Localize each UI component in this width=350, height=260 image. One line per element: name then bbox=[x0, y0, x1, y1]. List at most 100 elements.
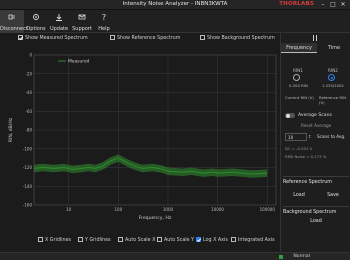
support-label: Support bbox=[72, 26, 92, 32]
auto-scale-x-checkbox[interactable]: Auto Scale X bbox=[118, 237, 155, 245]
rin1-label: RIN1 bbox=[293, 68, 303, 73]
show-background-checkbox[interactable]: Show Background Spectrum bbox=[200, 35, 275, 43]
save-reference-button[interactable]: Save bbox=[319, 191, 347, 200]
y-tick-label: -120 bbox=[23, 165, 33, 170]
auto-scale-x-label: Auto Scale X bbox=[125, 238, 156, 243]
y-gridlines-label: Y Gridlines bbox=[85, 238, 111, 243]
y-tick-label: -60 bbox=[25, 109, 32, 114]
close-button[interactable]: ✕ bbox=[338, 0, 348, 10]
x-tick-label: 10 bbox=[66, 207, 72, 212]
auto-scale-y-checkbox[interactable]: Auto Scale Y bbox=[157, 237, 194, 245]
pause-button[interactable] bbox=[312, 35, 318, 41]
rin-chart-svg: 0 -20 -40 -60 -80 -100 -120 -140 -160 10 100 1000 10… bbox=[8, 53, 277, 221]
integrated-axis-box[interactable] bbox=[231, 237, 236, 242]
status-text: Normal bbox=[293, 254, 310, 259]
update-label: Update bbox=[49, 26, 69, 32]
y-gridlines-checkbox[interactable]: Y Gridlines bbox=[78, 237, 111, 245]
rin1-value: 0.200 RIN bbox=[289, 83, 308, 88]
rin1-radio[interactable] bbox=[293, 74, 300, 81]
y-tick-label: -100 bbox=[23, 146, 33, 151]
disconnect-label: Disconnect bbox=[0, 26, 28, 32]
help-label: Help bbox=[98, 26, 110, 32]
show-measured-checkbox[interactable]: Show Measured Spectrum bbox=[18, 35, 88, 43]
background-check-box[interactable] bbox=[200, 35, 205, 40]
x-gridlines-checkbox[interactable]: X Gridlines bbox=[38, 237, 71, 245]
thorlabs-logo: THORLABS bbox=[279, 1, 314, 7]
x-gridlines-box[interactable] bbox=[38, 237, 43, 242]
settings-panel: Frequency Time RIN1 0.200 RIN RIN2 1.235… bbox=[280, 33, 350, 252]
disconnect-icon bbox=[8, 14, 15, 20]
update-icon bbox=[56, 14, 62, 21]
x-axis-label: Frequency, Hz bbox=[139, 215, 172, 221]
options-icon bbox=[33, 14, 39, 20]
scans-to-average-label: Scans to Avg. bbox=[317, 134, 346, 139]
x-tick-label: 10000 bbox=[211, 207, 224, 212]
help-button[interactable]: ? Help bbox=[94, 10, 114, 33]
panel-divider bbox=[283, 176, 349, 177]
support-icon bbox=[78, 14, 86, 20]
y-axis-label: RIN, dB/Hz bbox=[8, 117, 14, 142]
panel-divider bbox=[283, 206, 349, 207]
main-toolbar: Disconnect Options Update Support ? Help bbox=[0, 10, 350, 33]
auto-scale-y-box[interactable] bbox=[157, 237, 162, 242]
tab-time[interactable]: Time bbox=[317, 43, 350, 53]
y-tick-label: -160 bbox=[23, 203, 33, 208]
status-bar: Normal bbox=[0, 252, 350, 260]
measured-check-box[interactable] bbox=[18, 35, 23, 40]
auto-scale-y-label: Auto Scale Y bbox=[164, 238, 195, 243]
tab-frequency[interactable]: Frequency bbox=[281, 43, 317, 53]
help-icon: ? bbox=[102, 13, 106, 22]
load-reference-button[interactable]: Load bbox=[285, 191, 313, 200]
reset-average-button[interactable]: Reset Average bbox=[301, 123, 331, 128]
maximize-button[interactable]: □ bbox=[328, 0, 338, 10]
x-tick-label: 100000 bbox=[260, 207, 276, 212]
show-measured-label: Show Measured Spectrum bbox=[25, 36, 88, 41]
pause-icon-bar bbox=[315, 35, 318, 41]
disconnect-button[interactable]: Disconnect bbox=[0, 10, 28, 33]
reference-rin-label: Reference RIN (V) bbox=[319, 95, 346, 105]
options-button[interactable]: Options bbox=[25, 10, 47, 33]
log-x-axis-box[interactable] bbox=[196, 237, 201, 242]
legend-label: Measured bbox=[68, 59, 90, 65]
rin-spectrum-plot: 0 -20 -40 -60 -80 -100 -120 -140 -160 10 100 1000 10… bbox=[0, 47, 280, 227]
pause-icon bbox=[312, 35, 315, 41]
y-tick-label: -40 bbox=[25, 90, 32, 95]
current-rin-label: Current RIN (V) bbox=[285, 95, 314, 100]
x-tick-label: 100 bbox=[115, 207, 123, 212]
y-tick-label: -20 bbox=[25, 71, 32, 76]
show-reference-checkbox[interactable]: Show Reference Spectrum bbox=[110, 35, 180, 43]
x-gridlines-label: X Gridlines bbox=[45, 238, 72, 243]
integrated-axis-checkbox[interactable]: Integrated Axis bbox=[231, 237, 275, 245]
status-indicator bbox=[279, 255, 283, 259]
reference-check-box[interactable] bbox=[110, 35, 115, 40]
title-bar: Intensity Noise Analyzer - INBN3KWTA THO… bbox=[0, 0, 350, 10]
y-tick-label: -80 bbox=[25, 128, 32, 133]
options-label: Options bbox=[26, 26, 46, 32]
x-tick-label: 1000 bbox=[163, 207, 174, 212]
y-tick-label: -140 bbox=[23, 184, 33, 189]
scans-to-average-input[interactable]: 10 bbox=[285, 133, 307, 141]
log-x-axis-checkbox[interactable]: Log X Axis bbox=[196, 237, 228, 245]
support-button[interactable]: Support bbox=[71, 10, 93, 33]
load-background-button[interactable]: Load bbox=[301, 217, 331, 226]
y-tick-label: 0 bbox=[29, 53, 32, 58]
rms-readout: RMS Noise = 0.173 % bbox=[285, 154, 327, 159]
minimize-button[interactable]: – bbox=[318, 0, 328, 10]
average-scans-toggle[interactable] bbox=[285, 113, 295, 118]
average-scans-label: Average Scans bbox=[298, 113, 332, 118]
rin2-label: RIN2 bbox=[328, 68, 338, 73]
log-x-axis-label: Log X Axis bbox=[203, 238, 228, 243]
y-gridlines-box[interactable] bbox=[78, 237, 83, 242]
background-spectrum-header: Background Spectrum bbox=[283, 210, 337, 215]
reference-spectrum-header: Reference Spectrum bbox=[283, 180, 332, 185]
dc-readout: DC = -0.001 V bbox=[285, 146, 313, 151]
rin2-value: 1.235/2002 bbox=[322, 83, 344, 88]
show-background-label: Show Background Spectrum bbox=[207, 36, 275, 41]
scans-spinner-icon[interactable]: ↕ bbox=[308, 134, 312, 139]
show-reference-label: Show Reference Spectrum bbox=[117, 36, 181, 41]
rin2-radio[interactable] bbox=[328, 74, 335, 81]
svg-text:?: ? bbox=[102, 13, 106, 22]
auto-scale-x-box[interactable] bbox=[118, 237, 123, 242]
update-button[interactable]: Update bbox=[48, 10, 70, 33]
integrated-axis-label: Integrated Axis bbox=[238, 238, 275, 243]
